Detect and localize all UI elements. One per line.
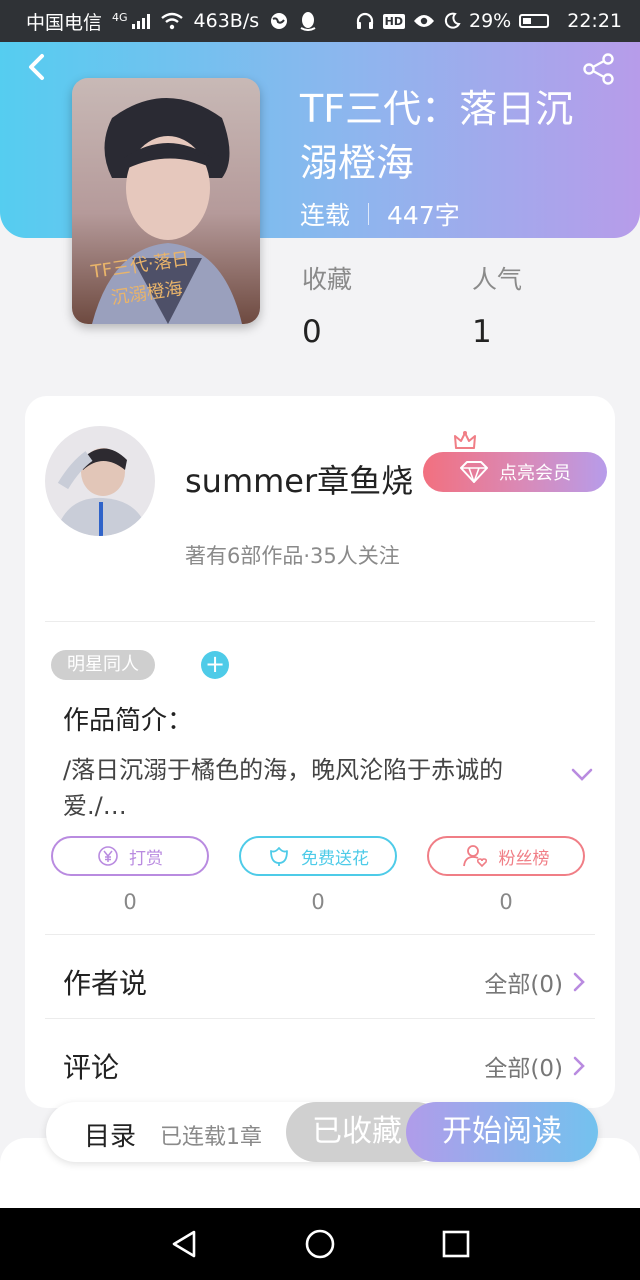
battery-icon [519, 14, 550, 28]
author-stats: 著有6部作品·35人关注 [185, 544, 400, 568]
hd-icon: HD [382, 13, 405, 29]
avatar-image [45, 426, 155, 536]
genre-tag[interactable]: 明星同人 [51, 650, 155, 680]
favorites-value: 0 [302, 314, 322, 350]
headphone-icon [356, 12, 373, 29]
chapters-count: 已连载1章 [160, 1125, 262, 1150]
popularity-value: 1 [472, 314, 492, 350]
carrier-label: 中国电信 [26, 11, 103, 34]
author-says-title: 作者说 [63, 967, 148, 1000]
network-speed: 463B/s [193, 10, 260, 32]
clock: 22:21 [567, 10, 622, 32]
diamond-icon [460, 461, 488, 483]
word-count: 447字 [387, 201, 460, 230]
start-reading-button[interactable]: 开始阅读 [406, 1102, 598, 1162]
book-cover-image: TF三代·落日 沉溺橙海 [72, 78, 260, 324]
vip-label: 点亮会员 [499, 463, 571, 484]
wifi-icon [160, 12, 183, 30]
nav-recents-icon[interactable] [440, 1228, 472, 1260]
fan-ranking-button[interactable]: 粉丝榜 [427, 836, 585, 876]
intro-label: 作品简介： [63, 706, 194, 736]
book-cover[interactable]: TF三代·落日 沉溺橙海 [72, 78, 260, 324]
expand-chevron-icon[interactable] [571, 768, 593, 782]
author-says-row[interactable]: 作者说 全部(0) [63, 952, 585, 1012]
chevron-right-icon [573, 1056, 585, 1076]
favorites-stat: 收藏 0 [302, 260, 352, 350]
nav-back-icon[interactable] [168, 1228, 200, 1260]
fan-ranking-label: 粉丝榜 [498, 848, 550, 869]
popularity-stat: 人气 1 [472, 260, 522, 350]
qq-icon [300, 12, 316, 31]
fan-count: 0 [499, 890, 513, 914]
share-button[interactable] [582, 52, 616, 86]
meta-divider [368, 203, 370, 225]
crown-icon [454, 431, 476, 449]
battery-percent: 29% [469, 10, 512, 32]
send-flower-label: 免费送花 [301, 848, 369, 869]
divider [45, 1018, 595, 1019]
comments-title: 评论 [63, 1051, 120, 1084]
signal-icon [131, 13, 150, 29]
back-button[interactable] [22, 52, 52, 82]
yen-icon [98, 846, 118, 866]
author-avatar[interactable] [45, 426, 155, 536]
comments-row[interactable]: 评论 全部(0) [63, 1036, 585, 1096]
popularity-label: 人气 [472, 265, 523, 294]
nav-home-icon[interactable] [304, 1228, 336, 1260]
book-meta: 连载 447字 [300, 196, 460, 232]
network-label: 4G [112, 10, 128, 24]
fan-user-icon [462, 845, 487, 868]
author-name[interactable]: summer章鱼烧 [185, 456, 413, 502]
vip-membership-button[interactable]: 点亮会员 [423, 452, 607, 492]
favorites-label: 收藏 [302, 265, 353, 294]
author-says-all-link[interactable]: 全部(0) [484, 965, 563, 999]
moon-icon [444, 12, 461, 29]
divider [45, 934, 595, 935]
flower-count: 0 [311, 890, 325, 914]
status-bar: 中国电信 4G 463B/s HD 29% 22:21 [0, 0, 640, 42]
book-detail-card: summer章鱼烧 点亮会员 著有6部作品·35人关注 明星同人 + 作品简介：… [25, 396, 615, 1108]
reward-count: 0 [123, 890, 137, 914]
reward-button[interactable]: 打赏 [51, 836, 209, 876]
table-of-contents-button[interactable]: 目录 [84, 1116, 136, 1153]
add-tag-button[interactable]: + [201, 651, 229, 679]
book-title: TF三代：落日沉溺橙海 [300, 87, 574, 185]
serial-status: 连载 [300, 201, 351, 230]
reward-label: 打赏 [129, 848, 163, 869]
intro-text: /落日沉溺于橘色的海，晚风沦陷于赤诚的爱./… [63, 756, 504, 820]
divider [45, 621, 595, 622]
comments-all-link[interactable]: 全部(0) [484, 1049, 563, 1083]
globe-icon [271, 13, 288, 29]
flower-icon [270, 847, 288, 866]
send-flower-button[interactable]: 免费送花 [239, 836, 397, 876]
eye-icon [414, 15, 434, 27]
chevron-right-icon [573, 972, 585, 992]
